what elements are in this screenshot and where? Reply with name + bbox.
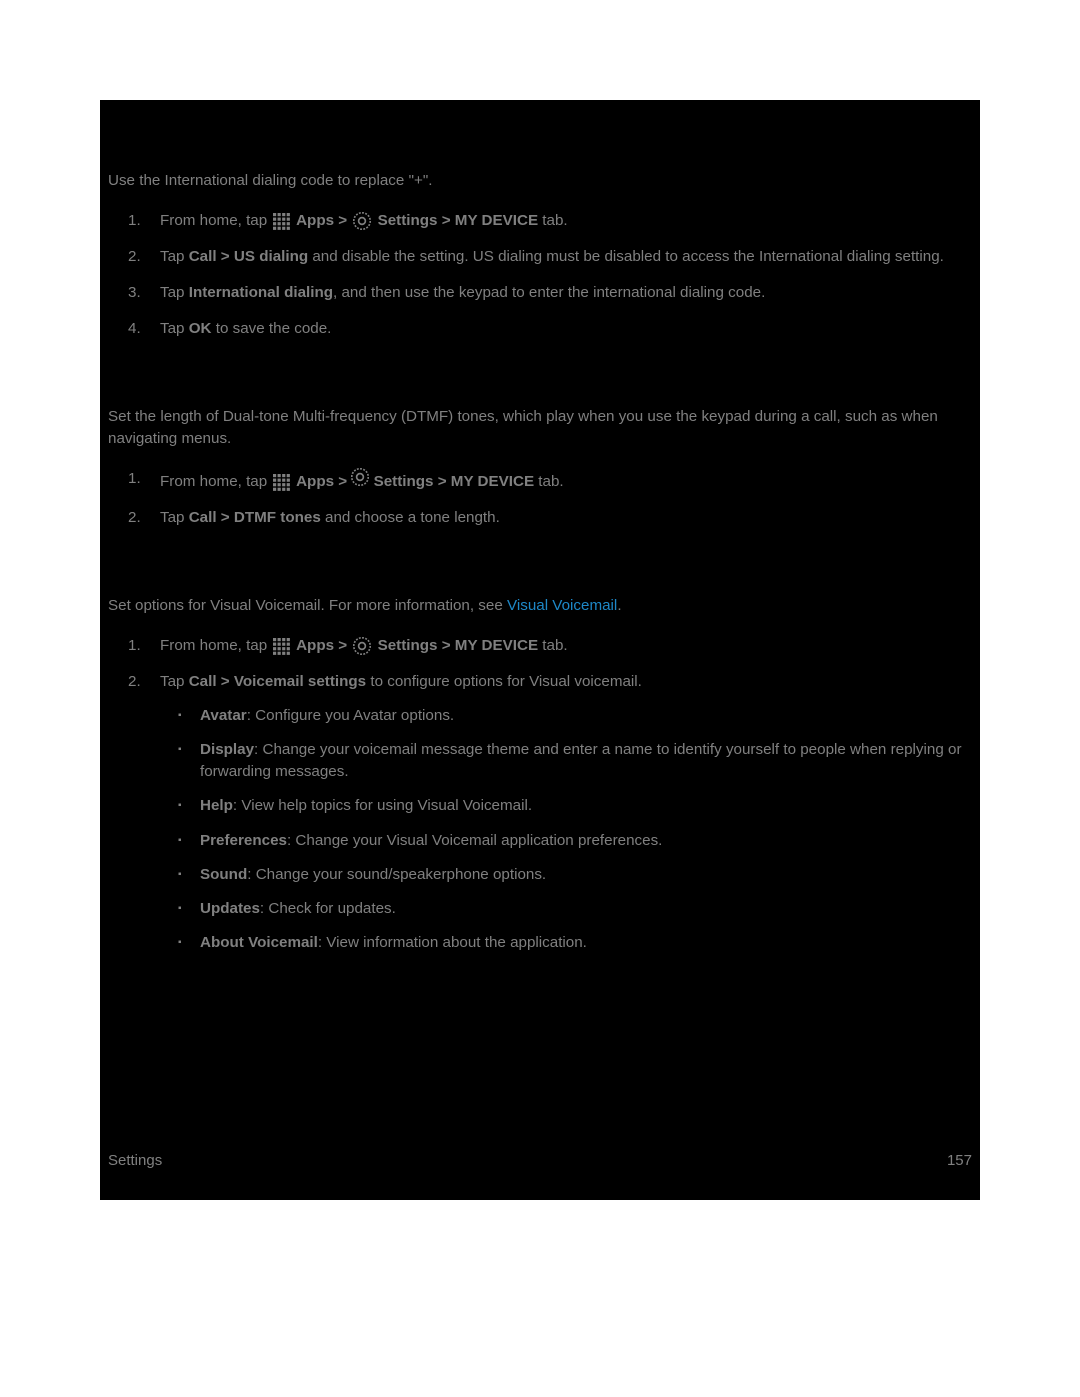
section-heading-placeholder	[108, 354, 972, 400]
option-preferences: Preferences: Change your Visual Voicemai…	[200, 830, 972, 852]
section3-step2: Tap Call > Voicemail settings to configu…	[156, 671, 972, 953]
step-text: From home, tap	[160, 212, 271, 229]
settings-path: Settings > MY DEVICE	[369, 473, 534, 490]
option-display: Display: Change your voicemail message t…	[200, 739, 972, 783]
opt-label: About Voicemail	[200, 934, 318, 951]
step-tail: and choose a tone length.	[321, 509, 500, 526]
step-tail: tab.	[534, 473, 564, 490]
section1-intro: Use the International dialing code to re…	[108, 170, 972, 192]
opt-label: Display	[200, 741, 254, 758]
section1-steps: From home, tap Apps > Settings > MY DEVI…	[108, 210, 972, 340]
step-text: Tap	[160, 673, 189, 690]
opt-text: : Check for updates.	[260, 900, 396, 917]
option-help: Help: View help topics for using Visual …	[200, 795, 972, 817]
option-about: About Voicemail: View information about …	[200, 932, 972, 954]
apps-grid-icon	[273, 638, 290, 655]
settings-path: Settings > MY DEVICE	[373, 212, 538, 229]
section1-step2: Tap Call > US dialing and disable the se…	[156, 246, 972, 268]
opt-text: : Configure you Avatar options.	[247, 707, 454, 724]
step-text: From home, tap	[160, 473, 271, 490]
settings-gear-icon	[351, 473, 369, 490]
intl-dialing: International dialing	[189, 284, 333, 301]
step-text: Tap	[160, 248, 189, 265]
opt-text: : Change your Visual Voicemail applicati…	[287, 832, 662, 849]
intro-text: Set options for Visual Voicemail. For mo…	[108, 597, 507, 614]
section2-step2: Tap Call > DTMF tones and choose a tone …	[156, 507, 972, 529]
step-text: Tap	[160, 284, 189, 301]
step-tail: to save the code.	[212, 320, 332, 337]
step-text: Tap	[160, 509, 189, 526]
footer-section: Settings	[108, 1150, 162, 1172]
apps-label: Apps >	[292, 473, 351, 490]
option-avatar: Avatar: Configure you Avatar options.	[200, 705, 972, 727]
opt-label: Sound	[200, 866, 247, 883]
opt-label: Avatar	[200, 707, 247, 724]
opt-label: Updates	[200, 900, 260, 917]
opt-text: : View information about the application…	[318, 934, 587, 951]
apps-label: Apps >	[292, 212, 351, 229]
settings-path: Settings > MY DEVICE	[373, 637, 538, 654]
section3-steps: From home, tap Apps > Settings > MY DEVI…	[108, 635, 972, 953]
opt-label: Preferences	[200, 832, 287, 849]
step-text: Tap	[160, 320, 189, 337]
call-us-dialing: Call > US dialing	[189, 248, 308, 265]
ok-label: OK	[189, 320, 212, 337]
content-area: Use the International dialing code to re…	[100, 118, 980, 954]
section1-step4: Tap OK to save the code.	[156, 318, 972, 340]
opt-label: Help	[200, 797, 233, 814]
voicemail-settings: Call > Voicemail settings	[189, 673, 366, 690]
section1-step3: Tap International dialing, and then use …	[156, 282, 972, 304]
page-footer: Settings 157	[108, 1150, 972, 1172]
voicemail-options: Avatar: Configure you Avatar options. Di…	[160, 705, 972, 953]
section3-intro: Set options for Visual Voicemail. For mo…	[108, 595, 972, 617]
option-sound: Sound: Change your sound/speakerphone op…	[200, 864, 972, 886]
step-tail: and disable the setting. US dialing must…	[308, 248, 944, 265]
opt-text: : View help topics for using Visual Voic…	[233, 797, 532, 814]
visual-voicemail-link[interactable]: Visual Voicemail	[507, 597, 617, 614]
section-heading-placeholder	[108, 118, 972, 164]
section3-step1: From home, tap Apps > Settings > MY DEVI…	[156, 635, 972, 657]
apps-grid-icon	[273, 474, 290, 491]
opt-text: : Change your sound/speakerphone options…	[247, 866, 546, 883]
section-heading-placeholder	[108, 543, 972, 589]
settings-gear-icon	[353, 212, 371, 230]
dtmf-tones: Call > DTMF tones	[189, 509, 321, 526]
step-text: From home, tap	[160, 637, 271, 654]
document-page: Use the International dialing code to re…	[100, 100, 980, 1200]
step-tail: to configure options for Visual voicemai…	[366, 673, 642, 690]
step-tail: , and then use the keypad to enter the i…	[333, 284, 765, 301]
step-tail: tab.	[538, 637, 568, 654]
section1-step1: From home, tap Apps > Settings > MY DEVI…	[156, 210, 972, 232]
section2-steps: From home, tap Apps > Settings > MY DEVI…	[108, 468, 972, 529]
section2-intro: Set the length of Dual-tone Multi-freque…	[108, 406, 972, 450]
apps-grid-icon	[273, 213, 290, 230]
apps-label: Apps >	[292, 637, 351, 654]
option-updates: Updates: Check for updates.	[200, 898, 972, 920]
intro-tail: .	[617, 597, 621, 614]
footer-page-number: 157	[947, 1150, 972, 1172]
settings-gear-icon	[353, 637, 371, 655]
step-tail: tab.	[538, 212, 568, 229]
section2-step1: From home, tap Apps > Settings > MY DEVI…	[156, 468, 972, 493]
opt-text: : Change your voicemail message theme an…	[200, 741, 962, 780]
